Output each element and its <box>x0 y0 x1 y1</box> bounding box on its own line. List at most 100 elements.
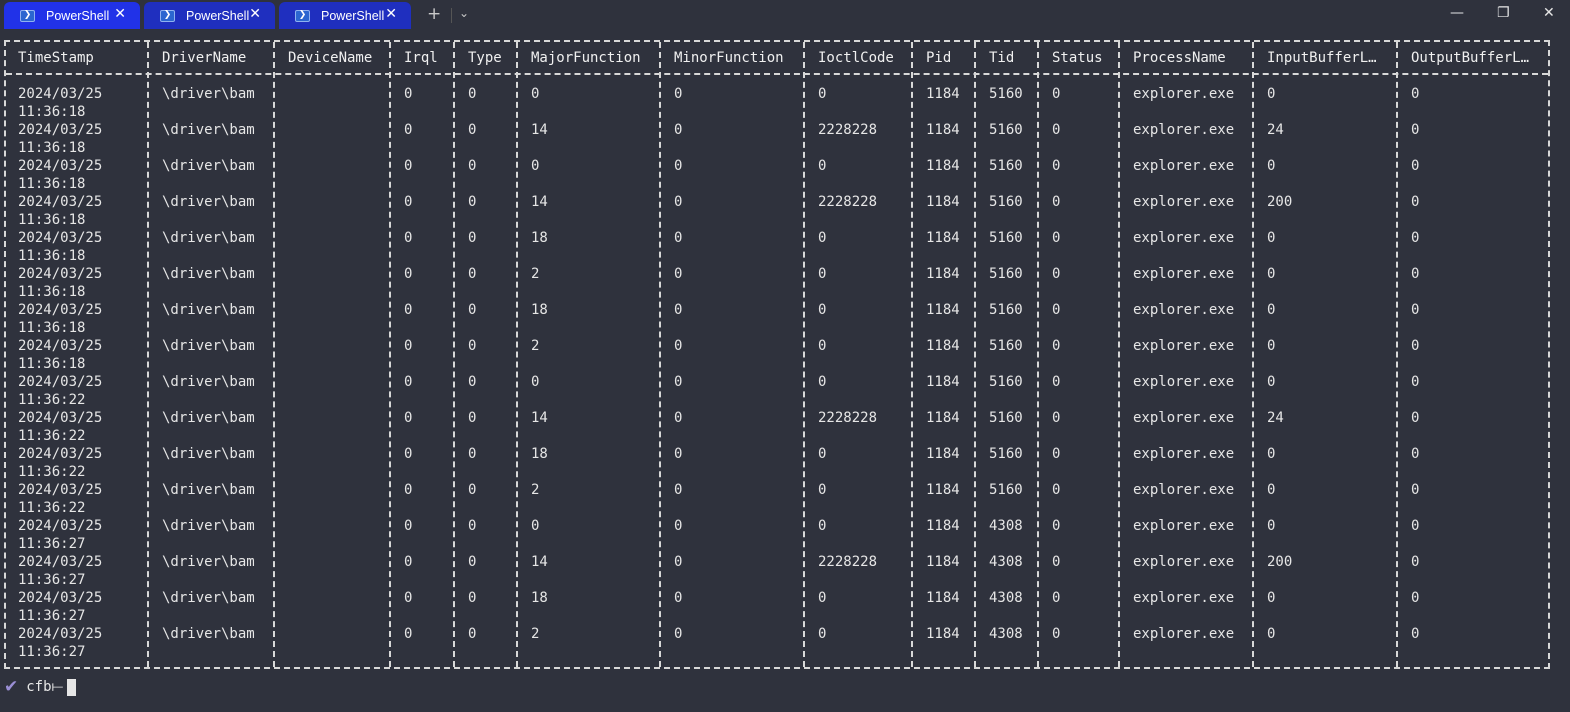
table-cell-irql: 0 <box>404 302 413 318</box>
table-cell-tid: 5160 <box>989 86 1023 102</box>
table-cell-tid: 4308 <box>989 626 1023 642</box>
table-cell-minor: 0 <box>674 86 683 102</box>
table-cell-process: explorer.exe <box>1133 446 1235 462</box>
table-cell-driver: \driver\bam <box>162 122 255 138</box>
table-cell-date: 2024/03/25 <box>18 158 103 174</box>
table-cell-outlen: 0 <box>1411 446 1420 462</box>
table-cell-date: 2024/03/25 <box>18 518 103 534</box>
close-window-button[interactable]: ✕ <box>1543 5 1555 21</box>
table-cell-date: 2024/03/25 <box>18 230 103 246</box>
command-prompt[interactable]: ✔ cfb⟝ <box>4 677 77 697</box>
table-cell-ioctl: 0 <box>818 158 827 174</box>
table-cell-outlen: 0 <box>1411 626 1420 642</box>
table-cell-outlen: 0 <box>1411 158 1420 174</box>
table-cell-process: explorer.exe <box>1133 626 1235 642</box>
table-cell-minor: 0 <box>674 590 683 606</box>
table-cell-date: 2024/03/25 <box>18 374 103 390</box>
table-cell-date: 2024/03/25 <box>18 554 103 570</box>
table-cell-process: explorer.exe <box>1133 158 1235 174</box>
table-cell-ioctl: 0 <box>818 266 827 282</box>
table-cell-driver: \driver\bam <box>162 518 255 534</box>
table-cell-process: explorer.exe <box>1133 482 1235 498</box>
table-cell-minor: 0 <box>674 446 683 462</box>
table-cell-irql: 0 <box>404 590 413 606</box>
chevron-down-icon[interactable]: ⌄ <box>459 6 469 20</box>
table-cell-major: 2 <box>531 482 540 498</box>
maximize-button[interactable]: ❐ <box>1497 5 1510 21</box>
table-cell-driver: \driver\bam <box>162 590 255 606</box>
table-cell-minor: 0 <box>674 302 683 318</box>
table-cell-tid: 5160 <box>989 446 1023 462</box>
table-cell-irql: 0 <box>404 518 413 534</box>
table-cell-minor: 0 <box>674 230 683 246</box>
tab-label: PowerShell <box>186 8 250 23</box>
terminal-output[interactable]: TimeStamp DriverName DeviceName Irql Type Maj… <box>0 31 1570 712</box>
table-cell-inlen: 200 <box>1267 194 1293 210</box>
table-cell-irql: 0 <box>404 446 413 462</box>
tab-powershell-1[interactable]: ❯ PowerShell ✕ <box>4 2 140 29</box>
tab-powershell-3[interactable]: ❯ PowerShell ✕ <box>279 2 411 29</box>
table-cell-outlen: 0 <box>1411 302 1420 318</box>
table-cell-date: 2024/03/25 <box>18 302 103 318</box>
table-cell-time: 11:36:22 <box>18 392 86 408</box>
table-cell-status: 0 <box>1052 86 1061 102</box>
close-icon[interactable]: ✕ <box>114 6 126 22</box>
table-cell-driver: \driver\bam <box>162 554 255 570</box>
table-cell-pid: 1184 <box>926 338 960 354</box>
table-cell-ioctl: 2228228 <box>818 194 878 210</box>
powershell-icon: ❯ <box>20 9 35 22</box>
table-cell-outlen: 0 <box>1411 230 1420 246</box>
table-cell-major: 14 <box>531 122 548 138</box>
table-cell-status: 0 <box>1052 554 1061 570</box>
column-separator <box>1037 42 1039 667</box>
table-cell-type: 0 <box>468 590 477 606</box>
table-cell-pid: 1184 <box>926 410 960 426</box>
text-cursor <box>67 678 77 696</box>
table-cell-process: explorer.exe <box>1133 554 1235 570</box>
table-cell-status: 0 <box>1052 122 1061 138</box>
column-header: ProcessName <box>1133 50 1226 66</box>
table-cell-outlen: 0 <box>1411 374 1420 390</box>
table-cell-ioctl: 0 <box>818 86 827 102</box>
table-cell-inlen: 0 <box>1267 482 1276 498</box>
table-cell-process: explorer.exe <box>1133 410 1235 426</box>
table-cell-pid: 1184 <box>926 230 960 246</box>
table-cell-process: explorer.exe <box>1133 518 1235 534</box>
table-cell-driver: \driver\bam <box>162 86 255 102</box>
table-cell-pid: 1184 <box>926 122 960 138</box>
table-cell-ioctl: 0 <box>818 518 827 534</box>
column-separator <box>147 42 149 667</box>
minimize-button[interactable]: — <box>1450 5 1464 21</box>
column-separator <box>1396 42 1398 667</box>
tab-powershell-2[interactable]: ❯ PowerShell ✕ <box>144 2 275 29</box>
table-cell-time: 11:36:27 <box>18 572 86 588</box>
table-cell-tid: 4308 <box>989 590 1023 606</box>
table-cell-minor: 0 <box>674 158 683 174</box>
column-header: OutputBufferL… <box>1411 50 1530 66</box>
column-header: Irql <box>404 50 438 66</box>
table-cell-minor: 0 <box>674 482 683 498</box>
table-cell-inlen: 0 <box>1267 374 1276 390</box>
table-cell-major: 2 <box>531 266 540 282</box>
table-cell-date: 2024/03/25 <box>18 626 103 642</box>
table-cell-time: 11:36:27 <box>18 536 86 552</box>
table-cell-type: 0 <box>468 374 477 390</box>
table-cell-time: 11:36:18 <box>18 284 86 300</box>
table-cell-major: 14 <box>531 554 548 570</box>
table-cell-irql: 0 <box>404 194 413 210</box>
table-cell-status: 0 <box>1052 482 1061 498</box>
table-cell-minor: 0 <box>674 626 683 642</box>
column-separator <box>273 42 275 667</box>
table-cell-type: 0 <box>468 86 477 102</box>
table-cell-process: explorer.exe <box>1133 86 1235 102</box>
close-icon[interactable]: ✕ <box>249 6 261 22</box>
table-cell-major: 0 <box>531 518 540 534</box>
close-icon[interactable]: ✕ <box>385 6 397 22</box>
new-tab-button[interactable]: + <box>427 4 441 24</box>
column-header: DeviceName <box>288 50 373 66</box>
table-cell-process: explorer.exe <box>1133 302 1235 318</box>
column-separator <box>389 42 391 667</box>
table-cell-driver: \driver\bam <box>162 266 255 282</box>
table-cell-ioctl: 0 <box>818 338 827 354</box>
table-cell-date: 2024/03/25 <box>18 338 103 354</box>
